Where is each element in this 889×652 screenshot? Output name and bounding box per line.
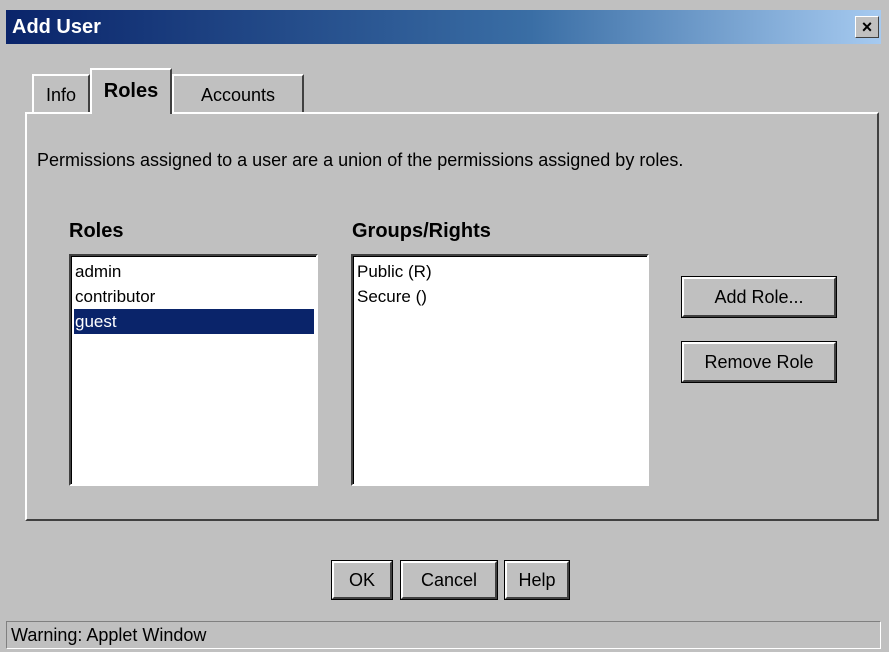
cancel-label: Cancel	[420, 570, 478, 590]
groups-rights-label: Groups/Rights	[352, 220, 491, 242]
close-icon: ×	[861, 17, 873, 37]
roles-list[interactable]: admin contributor guest	[69, 254, 318, 486]
tab-roles-label: Roles	[103, 80, 159, 102]
tab-accounts[interactable]: Accounts	[172, 74, 304, 112]
role-item-guest[interactable]: guest	[74, 309, 314, 334]
add-role-button[interactable]: Add Role...	[681, 276, 837, 318]
tab-info-label: Info	[45, 85, 77, 105]
groups-rights-item[interactable]: Public (R)	[356, 259, 645, 284]
tab-info[interactable]: Info	[32, 74, 90, 112]
window-title: Add User	[12, 16, 101, 38]
cancel-button[interactable]: Cancel	[400, 560, 498, 600]
ok-button[interactable]: OK	[331, 560, 393, 600]
ok-label: OK	[348, 570, 375, 590]
role-item-contributor[interactable]: contributor	[74, 284, 314, 309]
roles-label: Roles	[69, 220, 124, 242]
permissions-description: Permissions assigned to a user are a uni…	[37, 150, 684, 170]
status-bar: Warning: Applet Window	[6, 621, 881, 649]
add-user-dialog: Add User × Info Roles Accounts Permissio…	[0, 0, 889, 652]
groups-rights-item[interactable]: Secure ()	[356, 284, 645, 309]
tab-accounts-label: Accounts	[200, 85, 276, 105]
roles-panel: Permissions assigned to a user are a uni…	[25, 112, 879, 521]
add-role-label: Add Role...	[714, 287, 804, 307]
tab-roles[interactable]: Roles	[90, 68, 172, 114]
help-label: Help	[518, 570, 556, 590]
close-button[interactable]: ×	[855, 16, 879, 38]
groups-rights-list[interactable]: Public (R) Secure ()	[351, 254, 649, 486]
title-bar[interactable]: Add User ×	[6, 10, 881, 44]
status-text: Warning: Applet Window	[11, 625, 207, 645]
help-button[interactable]: Help	[504, 560, 570, 600]
role-item-admin[interactable]: admin	[74, 259, 314, 284]
remove-role-label: Remove Role	[704, 352, 814, 372]
remove-role-button[interactable]: Remove Role	[681, 341, 837, 383]
